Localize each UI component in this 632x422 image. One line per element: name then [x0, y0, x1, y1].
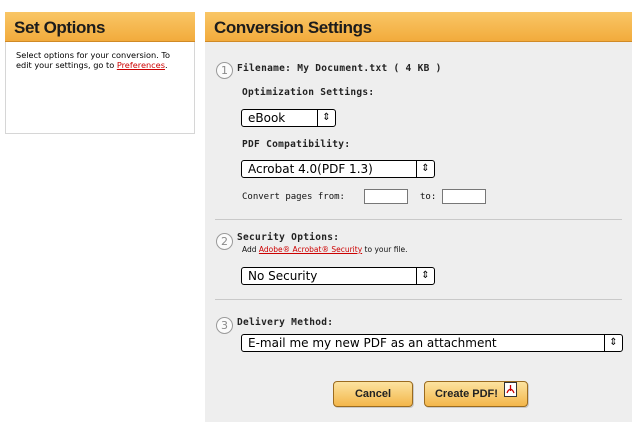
convert-pages-from-label: Convert pages from: [242, 192, 345, 202]
pdf-compatibility-label: PDF Compatibility: [242, 139, 351, 150]
delivery-method-select-value: E-mail me my new PDF as an attachment [248, 336, 497, 350]
security-suffix-text: to your file. [364, 245, 408, 254]
security-select[interactable]: No Security ⇕ [241, 267, 435, 285]
delivery-method-select[interactable]: E-mail me my new PDF as an attachment ⇕ [241, 334, 623, 352]
up-down-arrows-icon: ⇕ [416, 161, 434, 177]
step-3-number: 3 [216, 317, 233, 334]
cancel-button[interactable]: Cancel [333, 381, 413, 407]
pages-to-input[interactable] [442, 189, 486, 204]
create-pdf-button[interactable]: Create PDF! [424, 381, 528, 407]
convert-pages-to-label: to: [420, 192, 437, 202]
optimization-select-value: eBook [248, 111, 286, 125]
security-options-label: Security Options: [237, 232, 340, 243]
set-options-panel: Select options for your conversion. To e… [5, 42, 195, 134]
optimization-select[interactable]: eBook ⇕ [241, 109, 336, 127]
description-period: . [164, 60, 168, 70]
up-down-arrows-icon: ⇕ [317, 110, 335, 126]
up-down-arrows-icon: ⇕ [604, 335, 622, 351]
conversion-settings-header: Conversion Settings [205, 12, 632, 42]
up-down-arrows-icon: ⇕ [416, 268, 434, 284]
create-pdf-label: Create PDF! [434, 388, 498, 400]
pdf-compatibility-select-value: Acrobat 4.0(PDF 1.3) [248, 162, 373, 176]
delivery-method-label: Delivery Method: [237, 317, 334, 328]
optimization-settings-label: Optimization Settings: [242, 87, 375, 98]
pages-from-input[interactable] [364, 189, 408, 204]
conversion-settings-panel: 1 Filename: My Document.txt ( 4 KB ) Opt… [205, 42, 632, 422]
step-1-number: 1 [216, 62, 233, 79]
set-options-header: Set Options [5, 12, 195, 42]
security-description: Add Adobe® Acrobat® Security to your fil… [242, 245, 408, 254]
security-select-value: No Security [248, 269, 318, 283]
section-divider [215, 299, 622, 300]
security-add-text: Add [242, 245, 257, 254]
step-2-number: 2 [216, 233, 233, 250]
preferences-link[interactable]: Preferences [117, 60, 165, 70]
pdf-compatibility-select[interactable]: Acrobat 4.0(PDF 1.3) ⇕ [241, 160, 435, 178]
section-divider [215, 219, 622, 220]
filename-label: Filename: My Document.txt ( 4 KB ) [237, 63, 442, 74]
acrobat-security-link[interactable]: Adobe® Acrobat® Security [259, 245, 362, 254]
pdf-document-icon [504, 382, 518, 406]
